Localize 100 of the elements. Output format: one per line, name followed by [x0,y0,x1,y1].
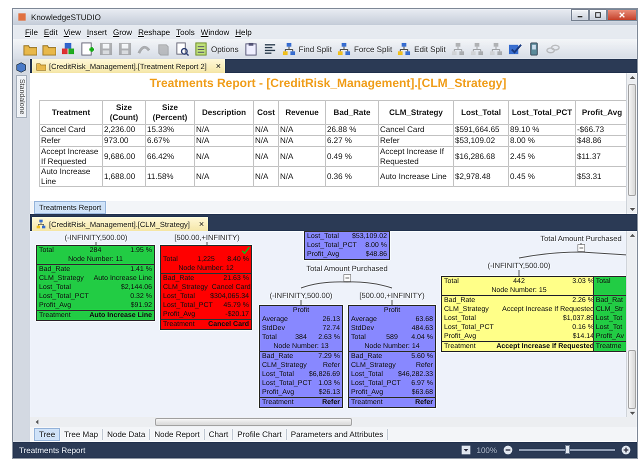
table-cell: Auto Increase Line [378,166,454,186]
table-cell: 66.42% [146,146,194,166]
table-cell: 89.10 % [508,124,576,136]
table-cell: 26.88 % [326,124,378,136]
table-cell: Refer [40,136,102,146]
list-icon[interactable] [262,42,277,56]
column-header: Revenue [278,100,326,124]
table-cell: 2.45 % [508,146,576,166]
table-cell: $2,978.48 [454,166,508,186]
checkbox-icon[interactable] [508,42,522,56]
preview-icon[interactable] [175,42,189,56]
collapse-icon[interactable] [343,274,351,282]
table-cell: 0.45 % [508,166,576,186]
left-arrow-icon[interactable] [33,418,41,426]
tree-icon [397,42,412,56]
blocks-icon[interactable] [61,42,75,56]
tab[interactable]: Node Data [103,429,150,440]
menu-item[interactable]: Reshape [138,28,170,36]
column-header: Lost_Total_PCT [508,100,576,124]
toolbar-button[interactable]: Force Split [336,42,392,56]
tick-line [518,270,520,277]
menu-item[interactable]: Help [235,28,252,36]
table-cell: 0.36 % [326,166,378,186]
tab[interactable]: Profile Chart [233,429,287,440]
scroll-thumb[interactable] [155,418,352,426]
table-cell: Refer [378,136,454,146]
vertical-scrollbar[interactable] [626,231,637,418]
close-button[interactable]: × [216,61,221,71]
table-cell: Cancel Card [40,124,102,136]
table-cell: 15.33% [146,124,194,136]
report-title: Treatments Report - [CreditRisk_Management].[CLM_Strategy] [148,75,508,92]
table-cell: 1,688.00 [102,166,146,186]
menu-item[interactable]: Window [200,28,230,36]
clipboard-icon[interactable] [244,42,258,56]
vertical-scrollbar[interactable] [626,73,637,214]
toolbar-button[interactable]: Find Split [282,42,332,56]
tab[interactable]: Tree [34,428,60,442]
status-text: Treatments Report [19,446,86,454]
minimize-button[interactable] [571,9,589,21]
table-cell: N/A [278,136,326,146]
column-header: CLM_Strategy [378,100,454,124]
table-cell: Auto Increase Line [40,166,102,186]
table-cell: $16,286.68 [454,146,508,166]
app-icon [17,12,27,22]
horizontal-scrollbar[interactable] [30,417,637,428]
menu-item[interactable]: Insert [86,28,107,36]
menu-item[interactable]: Edit [44,28,58,36]
table-cell: 973.00 [102,136,146,146]
table-cell: $53,109.02 [454,136,508,146]
add-document-icon[interactable] [80,42,94,56]
table-cell: N/A [254,146,278,166]
dropdown-icon[interactable] [460,445,471,455]
window-title: KnowledgeSTUDIO [31,12,102,22]
table-cell: 9,686.00 [102,146,146,166]
tick-line [206,242,208,246]
column-header: Treatment [40,100,102,124]
column-header: Lost_Total [454,100,508,124]
table-cell: 8.00 % [508,136,576,146]
menu-item[interactable]: Grow [112,28,132,36]
column-header: Size (Percent) [146,100,194,124]
menu-item[interactable]: File [25,28,38,36]
scroll-thumb[interactable] [628,350,636,408]
table-cell: Accept Increase If Requested [40,146,102,166]
table-cell: N/A [194,146,254,166]
tree-icon [36,219,46,230]
close-icon [617,10,627,20]
toolbar-button[interactable]: Options [194,42,239,56]
collapse-icon[interactable] [577,244,585,252]
checklist-icon [194,42,208,56]
table-cell: N/A [254,136,278,146]
column-header: Size (Count) [102,100,146,124]
table-cell: N/A [278,146,326,166]
table-cell: N/A [278,124,326,136]
table-cell: N/A [254,124,278,136]
toolbar-button[interactable]: Edit Split [397,42,446,56]
table-cell: 6.27 % [326,136,378,146]
tab[interactable]: Chart [204,429,234,440]
table-cell: 2,236.00 [102,124,146,136]
zoom-in-icon[interactable] [621,445,631,455]
slider-thumb[interactable] [565,445,570,454]
table-cell: 0.49 % [326,146,378,166]
tab[interactable]: Node Report [150,429,205,440]
scroll-thumb[interactable] [628,84,636,196]
table-cell: $591,664.65 [454,124,508,136]
tab[interactable]: Parameters and Attributes [286,429,388,440]
table-cell: N/A [194,136,254,146]
close-button[interactable] [607,9,637,21]
maximize-button[interactable] [589,9,607,21]
table-cell: N/A [194,166,254,186]
menu-item[interactable]: Tools [176,28,195,36]
tab[interactable]: Tree Map [60,429,104,440]
table-cell: Accept Increase If Requested [378,146,454,166]
table-cell: N/A [254,166,278,186]
checkmark-icon [241,246,250,256]
menu-item[interactable]: View [64,28,81,36]
zoom-out-icon[interactable] [503,445,513,455]
table-cell: Cancel Card [378,124,454,136]
close-button[interactable]: × [198,219,204,230]
table-cell: 11.58% [146,166,194,186]
table-cell: N/A [278,166,326,186]
